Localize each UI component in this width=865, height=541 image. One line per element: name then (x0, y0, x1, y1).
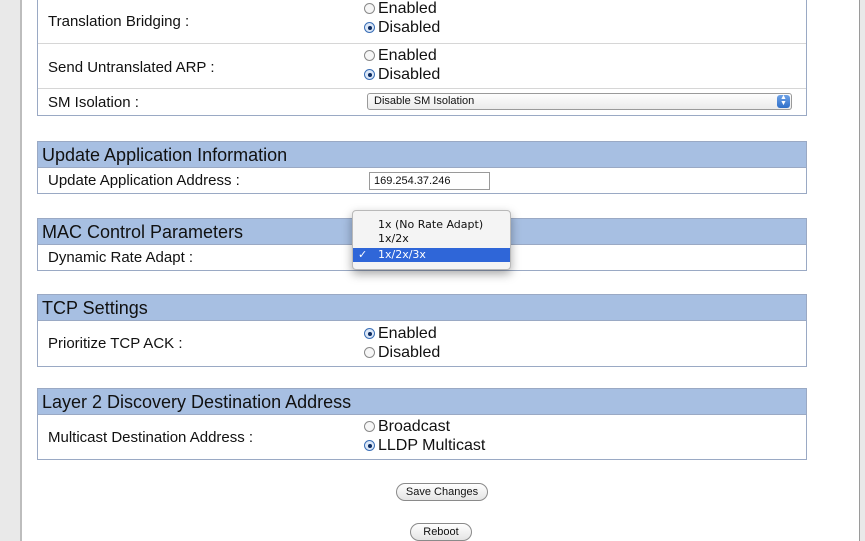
option-label: Disabled (378, 344, 441, 361)
send-untranslated-arp-row: Send Untranslated ARP : Enabled Disabled (38, 43, 806, 88)
tcp-settings-title: TCP Settings (38, 295, 806, 321)
option-label: Enabled (378, 47, 437, 64)
radio-button[interactable] (364, 421, 375, 432)
translation-bridging-row: Translation Bridging : Enabled Disabled (38, 0, 806, 43)
prioritize-tcp-ack-row: Prioritize TCP ACK : Enabled Disabled (38, 321, 806, 367)
update-address-input[interactable]: 169.254.37.246 (369, 172, 490, 190)
tcp-settings-box: TCP Settings Prioritize TCP ACK : Enable… (37, 294, 807, 367)
translation-bridging-radio-group: Enabled Disabled (364, 0, 440, 37)
option-label: Disabled (378, 19, 441, 36)
save-changes-button[interactable]: Save Changes (396, 483, 488, 501)
update-address-row: Update Application Address : 169.254.37.… (38, 168, 806, 194)
option-label: 1x (No Rate Adapt) (378, 218, 484, 231)
multicast-destination-row: Multicast Destination Address : Broadcas… (38, 415, 806, 460)
radio-button[interactable] (364, 328, 375, 339)
option-label: LLDP Multicast (378, 437, 486, 454)
radio-button[interactable] (364, 69, 375, 80)
select-value: Disable SM Isolation (374, 95, 475, 107)
send-untranslated-arp-enabled[interactable]: Enabled (364, 46, 440, 65)
option-label: 1x/2x (378, 232, 409, 245)
window-right-border (859, 0, 865, 541)
sm-isolation-select[interactable]: Disable SM Isolation ▲ ▼ (367, 93, 792, 110)
sm-isolation-row: SM Isolation : Disable SM Isolation ▲ ▼ (38, 88, 806, 115)
bridging-settings-box: Translation Bridging : Enabled Disabled … (37, 0, 807, 116)
checkmark-icon: ✓ (358, 248, 368, 261)
translation-bridging-disabled[interactable]: Disabled (364, 18, 440, 37)
radio-button[interactable] (364, 3, 375, 14)
translation-bridging-label: Translation Bridging : (48, 13, 190, 30)
multicast-destination-label: Multicast Destination Address : (48, 429, 254, 446)
select-arrows-icon: ▲ ▼ (777, 94, 790, 108)
multicast-destination-radio-group: Broadcast LLDP Multicast (364, 417, 485, 455)
radio-button[interactable] (364, 440, 375, 451)
prioritize-tcp-ack-enabled[interactable]: Enabled (364, 324, 440, 343)
update-application-title: Update Application Information (38, 142, 806, 168)
radio-button[interactable] (364, 22, 375, 33)
option-label: Disabled (378, 66, 441, 83)
layer2-discovery-box: Layer 2 Discovery Destination Address Mu… (37, 388, 807, 460)
multicast-lldp-option[interactable]: LLDP Multicast (364, 436, 485, 455)
option-label: 1x/2x/3x (378, 248, 426, 261)
option-label: Enabled (378, 325, 437, 342)
rate-option-1x-2x-3x[interactable]: ✓ 1x/2x/3x (353, 248, 510, 262)
rate-option-1x[interactable]: 1x (No Rate Adapt) (353, 218, 510, 232)
prioritize-tcp-ack-disabled[interactable]: Disabled (364, 343, 440, 362)
window-left-border (0, 0, 22, 541)
update-application-box: Update Application Information Update Ap… (37, 141, 807, 194)
option-label: Enabled (378, 0, 437, 17)
send-untranslated-arp-label: Send Untranslated ARP : (48, 59, 215, 76)
reboot-button[interactable]: Reboot (410, 523, 472, 541)
multicast-broadcast-option[interactable]: Broadcast (364, 417, 485, 436)
prioritize-tcp-ack-label: Prioritize TCP ACK : (48, 335, 183, 352)
send-untranslated-arp-radio-group: Enabled Disabled (364, 46, 440, 84)
layer2-discovery-title: Layer 2 Discovery Destination Address (38, 389, 806, 415)
prioritize-tcp-ack-radio-group: Enabled Disabled (364, 324, 440, 362)
radio-button[interactable] (364, 347, 375, 358)
option-label: Broadcast (378, 418, 451, 435)
radio-button[interactable] (364, 50, 375, 61)
dynamic-rate-dropdown-menu: 1x (No Rate Adapt) 1x/2x ✓ 1x/2x/3x (352, 210, 511, 270)
translation-bridging-enabled[interactable]: Enabled (364, 0, 440, 18)
update-address-label: Update Application Address : (48, 172, 240, 189)
send-untranslated-arp-disabled[interactable]: Disabled (364, 65, 440, 84)
rate-option-1x-2x[interactable]: 1x/2x (353, 232, 510, 246)
dynamic-rate-label: Dynamic Rate Adapt : (48, 249, 194, 266)
sm-isolation-label: SM Isolation : (48, 94, 139, 111)
